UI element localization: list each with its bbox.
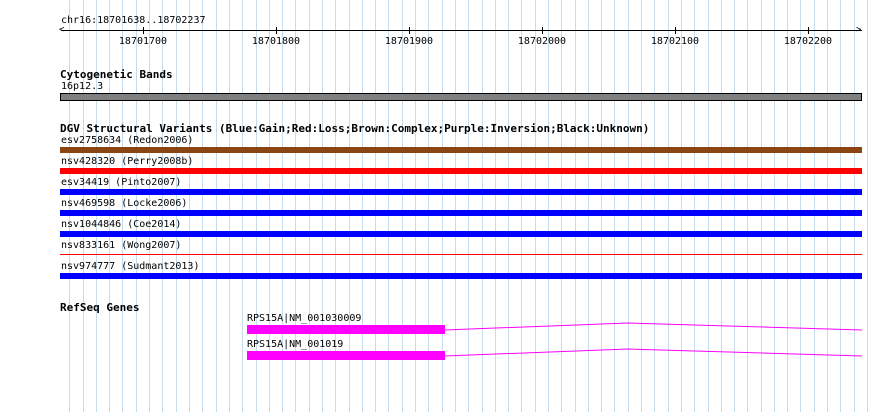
refseq-gene-intron[interactable] xyxy=(443,348,863,360)
dgv-variant-bar[interactable] xyxy=(60,210,862,216)
dgv-variant-row[interactable]: esv2758634 (Redon2006) xyxy=(0,136,890,157)
ruler-tick xyxy=(808,27,809,34)
refseq-gene-intron[interactable] xyxy=(443,322,863,334)
dgv-variant-row[interactable]: nsv428320 (Perry2008b) xyxy=(0,157,890,178)
refseq-gene-label: RPS15A|NM_001019 xyxy=(247,339,344,350)
ruler-tick-label: 18702100 xyxy=(650,36,700,47)
locus-label: chr16:18701638..18702237 xyxy=(61,15,206,26)
dgv-variant-bar[interactable] xyxy=(60,254,862,255)
dgv-variant-bar[interactable] xyxy=(60,189,862,195)
ruler-line xyxy=(61,30,862,31)
cytoband-bar[interactable] xyxy=(60,93,862,101)
ruler-right-arrow: > xyxy=(856,25,862,35)
dgv-variant-label: esv2758634 (Redon2006) xyxy=(61,135,194,146)
ruler-tick xyxy=(675,27,676,34)
refseq-gene-exon[interactable] xyxy=(247,351,445,360)
ruler-tick xyxy=(409,27,410,34)
dgv-variant-label: nsv469598 (Locke2006) xyxy=(61,198,188,209)
dgv-track-title[interactable]: DGV Structural Variants (Blue:Gain;Red:L… xyxy=(60,123,649,134)
dgv-variant-label: esv34419 (Pinto2007) xyxy=(61,177,182,188)
dgv-variant-row[interactable]: esv34419 (Pinto2007) xyxy=(0,178,890,199)
dgv-variant-label: nsv833161 (Wong2007) xyxy=(61,240,182,251)
dgv-variant-row[interactable]: nsv1044846 (Coe2014) xyxy=(0,220,890,241)
refseq-track-title[interactable]: RefSeq Genes xyxy=(60,302,139,313)
ruler-tick-label: 18701900 xyxy=(384,36,434,47)
dgv-variant-bar[interactable] xyxy=(60,273,862,279)
refseq-gene-intron-line xyxy=(443,348,863,357)
cytoband-label: 16p12.3 xyxy=(61,81,104,92)
ruler-left-arrow: < xyxy=(59,25,65,35)
dgv-variant-bar[interactable] xyxy=(60,231,862,237)
refseq-gene-label: RPS15A|NM_001030009 xyxy=(247,313,362,324)
ruler-tick xyxy=(542,27,543,34)
ruler-tick xyxy=(143,27,144,34)
dgv-variant-bar[interactable] xyxy=(60,147,862,153)
refseq-gene-exon[interactable] xyxy=(247,325,445,334)
dgv-variant-label: nsv1044846 (Coe2014) xyxy=(61,219,182,230)
ruler-tick-label: 18702200 xyxy=(783,36,833,47)
dgv-variant-label: nsv428320 (Perry2008b) xyxy=(61,156,194,167)
genome-browser: chr16:18701638..18702237 < > 18701700 187… xyxy=(0,0,890,412)
dgv-variant-row[interactable]: nsv974777 (Sudmant2013) xyxy=(0,262,890,283)
dgv-variant-row[interactable]: nsv833161 (Wong2007) xyxy=(0,241,890,262)
dgv-variant-label: nsv974777 (Sudmant2013) xyxy=(61,261,200,272)
dgv-variant-bar[interactable] xyxy=(60,168,862,174)
ruler-tick xyxy=(276,27,277,34)
dgv-variant-row[interactable]: nsv469598 (Locke2006) xyxy=(0,199,890,220)
refseq-gene-intron-line xyxy=(443,322,863,331)
ruler-tick-label: 18702000 xyxy=(517,36,567,47)
ruler-tick-label: 18701700 xyxy=(118,36,168,47)
ruler-tick-label: 18701800 xyxy=(251,36,301,47)
cytoband-track-title[interactable]: Cytogenetic Bands xyxy=(60,69,173,80)
